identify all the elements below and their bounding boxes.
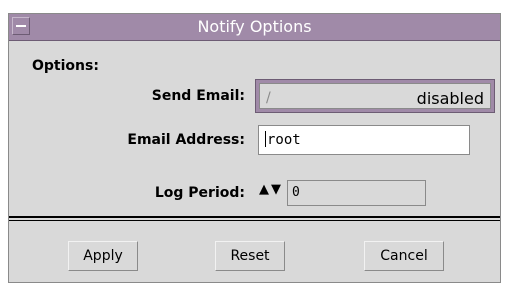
spin-arrows-icon[interactable]: ▲ ▼ [258,182,282,198]
log-period-input[interactable]: 0 [287,180,426,206]
separator-line [9,216,500,218]
toggle-indicator-icon: / [266,90,271,106]
toggle-face[interactable]: / disabled [259,83,491,109]
options-heading: Options: [32,58,99,74]
notify-options-dialog: Notify Options Options: Send Email: / di… [8,13,501,283]
email-address-value: root [267,132,301,148]
reset-button[interactable]: Reset [215,241,285,271]
email-address-label: Email Address: [127,132,245,148]
log-period-label: Log Period: [154,185,245,201]
spin-up-icon[interactable]: ▲ [258,182,270,198]
spin-down-icon[interactable]: ▼ [270,182,282,198]
apply-button[interactable]: Apply [68,241,138,271]
window-title: Notify Options [197,17,312,36]
cancel-button[interactable]: Cancel [364,241,444,271]
title-bar[interactable]: Notify Options [9,14,500,41]
send-email-toggle[interactable]: / disabled [255,79,495,113]
separator-line-secondary [9,220,500,221]
send-email-label: Send Email: [151,88,245,104]
log-period-value: 0 [292,185,300,200]
email-address-input[interactable]: root [258,125,470,155]
send-email-value: disabled [416,89,484,108]
text-caret [265,131,266,147]
